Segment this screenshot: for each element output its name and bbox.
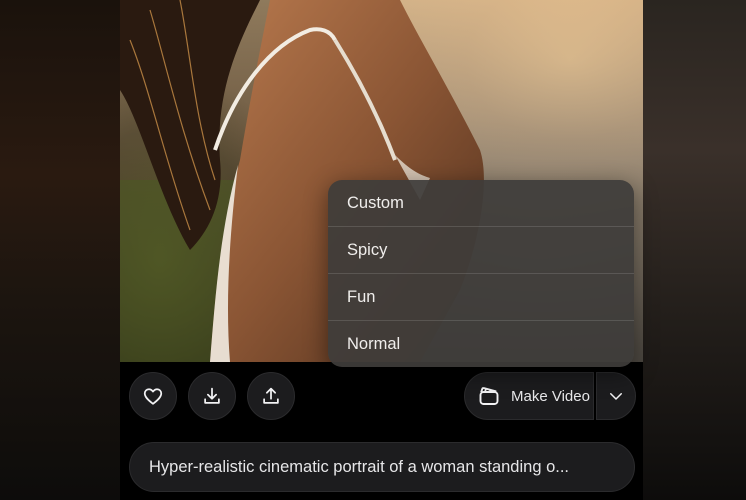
menu-item-custom[interactable]: Custom bbox=[328, 180, 634, 226]
video-mode-toggle[interactable] bbox=[596, 372, 636, 420]
download-icon bbox=[204, 387, 220, 404]
video-mode-menu: Custom Spicy Fun Normal bbox=[328, 180, 634, 367]
app-screen: Make Video Hyper-realistic cinematic por… bbox=[0, 0, 746, 500]
clapperboard-icon bbox=[479, 387, 499, 405]
menu-item-normal[interactable]: Normal bbox=[328, 321, 634, 367]
download-button[interactable] bbox=[188, 372, 236, 420]
menu-item-fun[interactable]: Fun bbox=[328, 274, 634, 320]
prompt-text[interactable]: Hyper-realistic cinematic portrait of a … bbox=[129, 442, 635, 492]
backdrop-left bbox=[0, 0, 120, 500]
backdrop-right bbox=[643, 0, 746, 500]
upload-icon bbox=[263, 387, 279, 404]
make-video-label: Make Video bbox=[511, 387, 590, 405]
chevron-down-icon bbox=[610, 393, 622, 400]
make-video-button[interactable]: Make Video bbox=[464, 372, 594, 420]
heart-icon bbox=[143, 388, 163, 405]
share-button[interactable] bbox=[247, 372, 295, 420]
like-button[interactable] bbox=[129, 372, 177, 420]
menu-item-spicy[interactable]: Spicy bbox=[328, 227, 634, 273]
